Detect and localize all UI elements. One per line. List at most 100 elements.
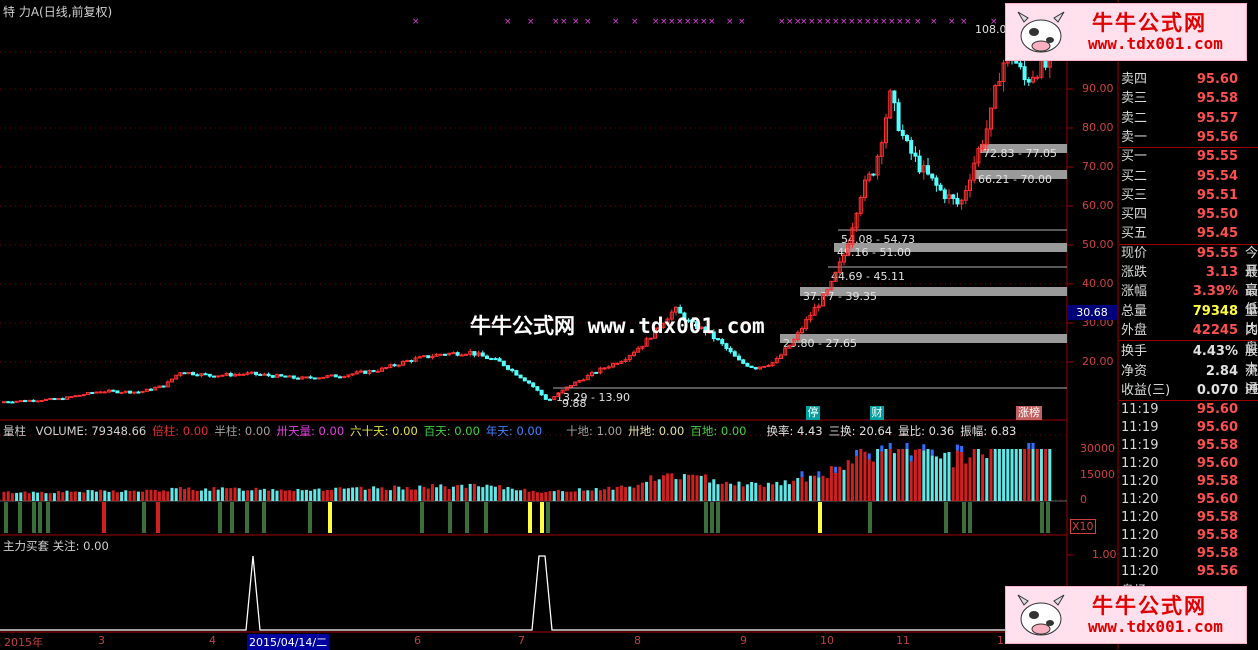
volume-bar <box>729 483 733 501</box>
tick-row[interactable]: 11:20 95.58 <box>1119 545 1258 563</box>
candle-body <box>241 373 246 376</box>
volume-bar <box>258 489 262 501</box>
quote-row[interactable]: 换手 4.43% 股本 <box>1119 343 1258 377</box>
volume-bar <box>86 489 90 501</box>
quote-row[interactable]: 买五 95.45 <box>1119 225 1258 243</box>
tick-row[interactable]: 11:19 95.60 <box>1119 419 1258 437</box>
quote-panel: 卖四 95.60 卖三 95.58 卖二 95.57 卖一 95.56 买一 95.55 买二 95.… <box>1119 46 1258 599</box>
volume-bar <box>292 491 296 501</box>
volume-item: 半柱: 0.00 <box>214 424 271 438</box>
tick-row[interactable]: 11:20 95.56 <box>1119 563 1258 581</box>
volume-bar <box>153 489 157 501</box>
marker-ting[interactable]: 停 <box>806 406 820 420</box>
quote-row[interactable]: 总量 79348 量比 <box>1119 303 1258 337</box>
signal-marker: × <box>880 17 888 27</box>
quote-label: 卖四 <box>1121 72 1148 87</box>
volume-signal-bar <box>818 502 822 533</box>
volume-bar <box>598 490 602 501</box>
volume-cap <box>867 453 871 460</box>
volume-cap <box>955 444 959 451</box>
volume-signal-bar <box>944 502 948 533</box>
tick-row[interactable]: 11:20 95.60 <box>1119 455 1258 473</box>
volume-bar <box>90 490 94 501</box>
quote-row[interactable]: 涨幅 3.39% 最低 <box>1119 283 1258 317</box>
candle-body <box>132 391 137 394</box>
candle-body <box>363 370 368 374</box>
signal-marker: × <box>631 17 639 27</box>
volume-bar <box>649 475 653 501</box>
tick-row[interactable]: 11:20 95.58 <box>1119 527 1258 545</box>
volume-bar <box>36 492 40 501</box>
quote-row[interactable]: 买二 95.54 <box>1119 168 1258 186</box>
quote-row[interactable]: 净资 2.84 流通 <box>1119 363 1258 397</box>
volume-bar <box>846 460 850 501</box>
candle-body <box>333 374 338 378</box>
candle-body <box>375 370 380 373</box>
tick-price: 95.60 <box>1196 402 1238 418</box>
marker-zhangbang[interactable]: 涨榜 <box>1016 406 1042 420</box>
volume-bar <box>586 490 590 501</box>
volume-bar <box>871 461 875 501</box>
volume-bar <box>334 487 338 501</box>
volume-bar <box>523 488 527 501</box>
tick-row[interactable]: 11:20 95.58 <box>1119 509 1258 527</box>
x10-badge[interactable]: X10 <box>1070 519 1096 534</box>
quote-row[interactable]: 收益(三) 0.070 PE(动 <box>1119 382 1258 400</box>
quote-row[interactable]: 涨跌 3.13 最高 <box>1119 264 1258 298</box>
signal-marker: × <box>904 17 912 27</box>
volume-bar <box>519 490 523 501</box>
candle-body <box>909 140 914 154</box>
candle-body <box>2 401 6 404</box>
volume-bar <box>989 449 993 501</box>
candle-body <box>212 375 216 378</box>
signal-marker: × <box>824 17 832 27</box>
quote-row[interactable]: 买一 95.55 <box>1119 148 1258 166</box>
volume-bar <box>1048 449 1052 501</box>
marker-cai[interactable]: 财 <box>870 406 884 420</box>
quote-row[interactable]: 买四 95.50 <box>1119 206 1258 224</box>
volume-bar <box>834 472 838 501</box>
quote-row[interactable]: 现价 95.55 今开 <box>1119 245 1258 279</box>
candle-body <box>1018 62 1023 68</box>
volume-bar <box>808 475 812 501</box>
quote-row[interactable]: 卖三 95.58 <box>1119 90 1258 108</box>
quote-row[interactable]: 外盘 42245 内盘 <box>1119 322 1258 356</box>
volume-bar <box>859 449 863 501</box>
volume-bar <box>506 486 510 501</box>
tick-price: 95.58 <box>1196 528 1238 544</box>
quote-label: 涨幅 <box>1121 284 1148 300</box>
volume-bar <box>493 486 497 501</box>
volume-bar <box>145 489 149 501</box>
volume-item: 卅地: 0.00 <box>628 424 685 438</box>
time-label: 6 <box>414 634 421 647</box>
candle-body <box>161 385 166 388</box>
signal-marker: × <box>552 17 560 27</box>
tick-row[interactable]: 11:20 95.60 <box>1119 491 1258 509</box>
quote-row[interactable]: 买三 95.51 <box>1119 187 1258 205</box>
volume-bar <box>15 492 19 501</box>
price-tick: 60.00 <box>1082 199 1114 212</box>
quote-row[interactable]: 卖一 95.56 <box>1119 129 1258 147</box>
volume-bar <box>199 490 203 501</box>
volume-signal-bar <box>962 502 966 533</box>
candle-body <box>527 380 531 384</box>
volume-bar <box>481 487 485 501</box>
volume-signal-bar <box>4 502 8 533</box>
volume-cap <box>1027 443 1031 449</box>
volume-bar <box>724 481 728 501</box>
candle-body <box>35 400 40 403</box>
quote-row[interactable]: 卖四 95.60 <box>1119 71 1258 89</box>
quote-row[interactable]: 卖二 95.57 <box>1119 110 1258 128</box>
price-tick: 40.00 <box>1082 277 1114 290</box>
tick-row[interactable]: 11:19 95.60 <box>1119 401 1258 419</box>
volume-bar <box>850 463 854 501</box>
candle-body <box>115 390 120 394</box>
price-tick: 70.00 <box>1082 160 1114 173</box>
volume-bar <box>527 491 531 501</box>
candle-body <box>77 394 82 397</box>
tick-row[interactable]: 11:19 95.58 <box>1119 437 1258 455</box>
tick-time: 11:19 <box>1121 402 1159 418</box>
volume-bar <box>792 480 796 501</box>
tick-row[interactable]: 11:20 95.58 <box>1119 473 1258 491</box>
candle-body <box>737 355 741 361</box>
